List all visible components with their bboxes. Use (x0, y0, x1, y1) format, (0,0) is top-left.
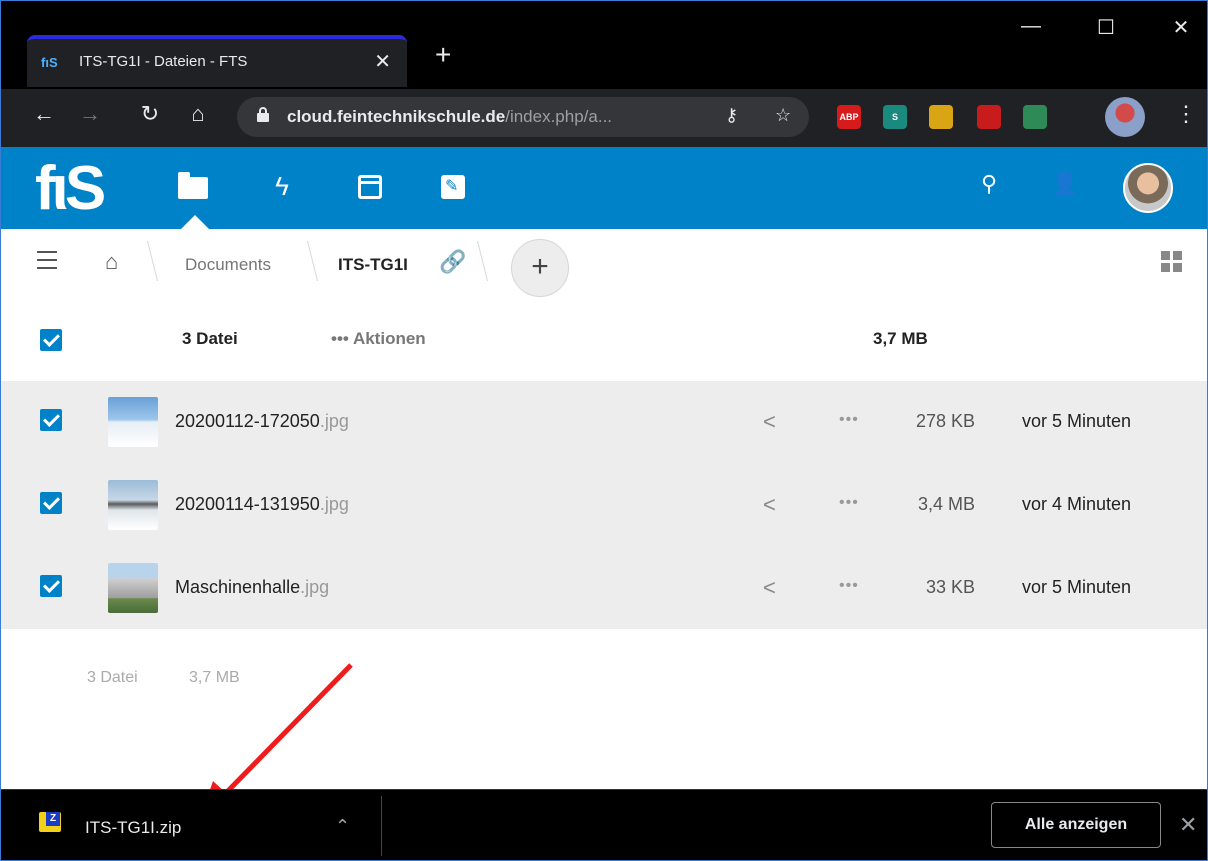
file-name[interactable]: 20200112-172050.jpg (175, 411, 349, 432)
zip-file-icon (39, 812, 61, 832)
folder-icon[interactable] (178, 172, 208, 199)
summary-size: 3,7 MB (189, 669, 240, 686)
close-download-bar-icon[interactable]: ✕ (1179, 812, 1197, 838)
file-list-header: 3 Datei ••• Aktionen 3,7 MB (1, 301, 1207, 381)
file-thumbnail[interactable] (108, 397, 158, 447)
summary-count: 3 Datei (87, 669, 138, 686)
tab-close-icon[interactable]: ✕ (374, 49, 391, 74)
select-all-checkbox[interactable] (40, 329, 62, 351)
more-options-icon[interactable]: ••• (839, 411, 859, 429)
file-basename: Maschinenhalle (175, 577, 301, 597)
logo-text: fιS (35, 154, 106, 223)
sun-extension-icon[interactable] (929, 105, 953, 129)
share-link-icon[interactable]: 🔗 (439, 249, 466, 275)
close-window-icon[interactable]: ✕ (1161, 15, 1201, 40)
browser-toolbar: ← → ↻ ⌂ cloud.feintechnikschule.de/index… (1, 89, 1207, 147)
browser-window: fıS ITS-TG1I - Dateien - FTS ✕ + — ☐ ✕ ←… (0, 0, 1208, 861)
user-avatar[interactable] (1123, 163, 1173, 213)
file-basename: 20200112-172050 (175, 411, 320, 431)
download-divider (381, 796, 382, 856)
row-checkbox[interactable] (40, 492, 62, 514)
reload-icon[interactable]: ↻ (133, 101, 167, 127)
grid-view-icon[interactable] (1161, 251, 1183, 273)
new-tab-icon[interactable]: + (435, 39, 451, 71)
tab-favicon: fıS (41, 55, 58, 70)
show-all-downloads-button[interactable]: Alle anzeigen (991, 802, 1161, 848)
home-icon[interactable]: ⌂ (181, 101, 215, 127)
forward-icon[interactable]: → (73, 101, 107, 127)
tab-title: ITS-TG1I - Dateien - FTS (79, 53, 248, 70)
maximize-icon[interactable]: ☐ (1086, 15, 1126, 40)
file-size: 278 KB (915, 411, 975, 431)
search-icon[interactable]: ⚲ (971, 171, 1007, 197)
activity-icon[interactable]: ϟ (264, 171, 300, 202)
minimize-icon[interactable]: — (1011, 15, 1051, 38)
breadcrumb-separator (466, 241, 488, 281)
share-icon[interactable]: < (763, 492, 776, 518)
chevron-up-icon[interactable]: ⌃ (335, 816, 350, 837)
breadcrumb-current-folder[interactable]: ITS-TG1I (338, 255, 408, 275)
title-bar: fıS ITS-TG1I - Dateien - FTS ✕ + — ☐ ✕ (1, 1, 1207, 89)
selection-size: 3,7 MB (873, 329, 928, 348)
download-bar: ITS-TG1I.zip ⌃ Alle anzeigen ✕ (1, 789, 1207, 860)
hamburger-menu-icon[interactable] (37, 251, 57, 269)
pdf-extension-icon[interactable] (977, 105, 1001, 129)
url-path: /index.php/a... (505, 107, 613, 126)
table-row[interactable]: 20200112-172050.jpg < ••• 278 KB vor 5 Minut… (1, 381, 1207, 463)
share-icon[interactable]: < (763, 575, 776, 601)
row-checkbox[interactable] (40, 575, 62, 597)
row-checkbox[interactable] (40, 409, 62, 431)
file-size: 3,4 MB (917, 494, 975, 514)
file-name[interactable]: Maschinenhalle.jpg (175, 577, 329, 598)
profile-avatar[interactable] (1105, 97, 1145, 137)
home-folder-icon[interactable]: ⌂ (105, 249, 118, 275)
file-list: 20200112-172050.jpg < ••• 278 KB vor 5 Minut… (1, 381, 1207, 629)
breadcrumb-separator (296, 241, 318, 281)
app-header: fιS ϟ ⚲ 👤 (1, 147, 1207, 229)
menu-kebab-icon[interactable]: ⋮ (1169, 101, 1203, 127)
translate-extension-icon[interactable] (1023, 105, 1047, 129)
notes-icon[interactable] (441, 175, 465, 199)
adblock-plus-icon[interactable]: ABP (837, 105, 861, 129)
more-options-icon[interactable]: ••• (839, 577, 859, 595)
active-nav-indicator (181, 215, 209, 229)
breadcrumb-documents[interactable]: Documents (185, 255, 271, 275)
file-modified: vor 5 Minuten (1022, 411, 1132, 431)
download-file-name[interactable]: ITS-TG1I.zip (85, 818, 181, 838)
file-extension: .jpg (319, 411, 349, 431)
address-bar[interactable]: cloud.feintechnikschule.de/index.php/a..… (237, 97, 809, 137)
stylus-extension-icon[interactable]: S (883, 105, 907, 129)
bookmark-star-icon[interactable]: ☆ (775, 105, 791, 126)
fts-logo[interactable]: fιS (35, 153, 127, 223)
breadcrumb-separator (136, 241, 158, 281)
actions-menu[interactable]: ••• Aktionen (331, 329, 426, 349)
file-modified: vor 4 Minuten (1022, 494, 1132, 514)
browser-tab[interactable]: fıS ITS-TG1I - Dateien - FTS ✕ (27, 35, 407, 87)
more-options-icon[interactable]: ••• (839, 494, 859, 512)
add-new-button[interactable]: + (511, 239, 569, 297)
contacts-icon[interactable]: 👤 (1047, 171, 1083, 197)
breadcrumb: ⌂ Documents ITS-TG1I 🔗 + (1, 229, 1207, 301)
table-row[interactable]: Maschinenhalle.jpg < ••• 33 KB vor 5 Minuten (1, 547, 1207, 629)
file-thumbnail[interactable] (108, 563, 158, 613)
arrow-shaft (221, 663, 353, 798)
file-basename: 20200114-131950 (175, 494, 320, 514)
key-icon[interactable]: ⚷ (725, 105, 738, 126)
url-text: cloud.feintechnikschule.de/index.php/a..… (287, 107, 612, 127)
lock-icon (257, 107, 269, 122)
file-thumbnail[interactable] (108, 480, 158, 530)
file-size: 33 KB (925, 577, 975, 597)
back-icon[interactable]: ← (27, 101, 61, 127)
file-extension: .jpg (300, 577, 330, 597)
selection-count: 3 Datei (182, 329, 238, 348)
share-icon[interactable]: < (763, 409, 776, 435)
file-modified: vor 5 Minuten (1022, 577, 1132, 597)
calendar-icon[interactable] (358, 175, 382, 199)
file-name[interactable]: 20200114-131950.jpg (175, 494, 349, 515)
file-extension: .jpg (319, 494, 349, 514)
table-row[interactable]: 20200114-131950.jpg < ••• 3,4 MB vor 4 Minut… (1, 464, 1207, 546)
url-host: cloud.feintechnikschule.de (287, 107, 506, 126)
